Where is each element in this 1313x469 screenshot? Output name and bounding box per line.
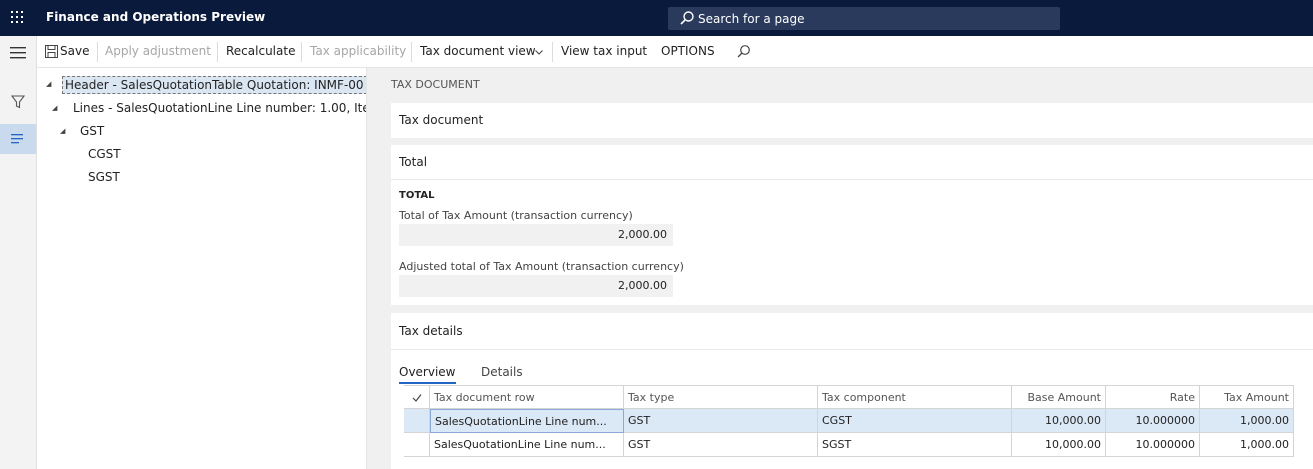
collapse-triangle-icon[interactable]: ◢ xyxy=(60,127,65,135)
action-pane: Save Apply adjustment Recalculate Tax ap… xyxy=(37,36,1313,68)
divider xyxy=(391,349,1313,350)
app-title: Finance and Operations Preview xyxy=(46,10,266,24)
cell-rate: 10.000000 xyxy=(1106,409,1200,433)
cell-base-amount: 10,000.00 xyxy=(1012,409,1106,433)
card-title: Tax document xyxy=(399,113,484,127)
top-bar: Finance and Operations Preview Search fo… xyxy=(0,0,1313,36)
list-view-icon[interactable] xyxy=(0,124,36,154)
collapse-triangle-icon[interactable]: ◢ xyxy=(52,104,57,112)
total-tax-amount-label: Total of Tax Amount (transaction currenc… xyxy=(399,209,633,222)
total-card: Total TOTAL Total of Tax Amount (transac… xyxy=(391,145,1313,305)
column-header-tax-document-row[interactable]: Tax document row xyxy=(430,386,624,410)
row-selector[interactable] xyxy=(404,433,430,457)
divider xyxy=(301,42,302,62)
column-header-tax-component[interactable]: Tax component xyxy=(818,386,1012,410)
page-breadcrumb: TAX DOCUMENT xyxy=(391,78,480,91)
recalculate-button[interactable]: Recalculate xyxy=(226,44,295,58)
save-button[interactable]: Save xyxy=(60,44,89,58)
divider xyxy=(391,179,1313,180)
tax-details-card: Tax details Overview Details Tax documen… xyxy=(391,313,1313,469)
cell-tax-type: GST xyxy=(624,433,818,457)
cell-tax-amount: 1,000.00 xyxy=(1200,433,1294,457)
column-header-rate[interactable]: Rate xyxy=(1106,386,1200,410)
tab-details[interactable]: Details xyxy=(481,365,523,379)
tax-document-card[interactable]: Tax document xyxy=(391,103,1313,138)
cell-tax-document-row[interactable]: SalesQuotationLine Line num... xyxy=(430,433,624,457)
cell-rate: 10.000000 xyxy=(1106,433,1200,457)
cell-tax-amount: 1,000.00 xyxy=(1200,409,1294,433)
divider xyxy=(217,42,218,62)
cell-base-amount: 10,000.00 xyxy=(1012,433,1106,457)
cell-tax-document-row[interactable]: SalesQuotationLine Line num... xyxy=(430,409,624,433)
save-icon xyxy=(45,45,58,58)
tax-document-details: TAX DOCUMENT Tax document Total TOTAL To… xyxy=(367,68,1313,469)
cell-tax-component: CGST xyxy=(818,409,1012,433)
view-tax-input-button[interactable]: View tax input xyxy=(561,44,647,58)
options-tab[interactable]: OPTIONS xyxy=(661,44,715,58)
group-heading: TOTAL xyxy=(399,190,435,201)
app-launcher-icon[interactable] xyxy=(11,11,25,25)
adjusted-total-field: 2,000.00 xyxy=(399,275,673,297)
tree-node-gst[interactable]: GST xyxy=(80,124,104,138)
card-title[interactable]: Tax details xyxy=(399,324,463,338)
divider xyxy=(411,42,412,62)
checkmark-icon xyxy=(412,394,421,402)
tree-node-lines[interactable]: Lines - SalesQuotationLine Line number: … xyxy=(73,101,366,115)
grid-header-row: Tax document row Tax type Tax component … xyxy=(404,385,1294,410)
column-header-tax-type[interactable]: Tax type xyxy=(624,386,818,410)
navigation-rail xyxy=(0,36,37,469)
card-title[interactable]: Total xyxy=(399,155,427,169)
cell-tax-type: GST xyxy=(624,409,818,433)
tab-overview[interactable]: Overview xyxy=(399,365,456,384)
hamburger-menu-icon[interactable] xyxy=(0,38,36,68)
page-search-box[interactable]: Search for a page xyxy=(668,7,1060,30)
select-all-checkbox[interactable] xyxy=(404,386,430,410)
row-selector[interactable] xyxy=(404,409,430,433)
tree-node-cgst[interactable]: CGST xyxy=(88,147,121,161)
tax-document-tree: ◢ Header - SalesQuotationTable Quotation… xyxy=(37,68,367,469)
column-header-tax-amount[interactable]: Tax Amount xyxy=(1200,386,1294,410)
tree-node-sgst[interactable]: SGST xyxy=(88,170,120,184)
apply-adjustment-button[interactable]: Apply adjustment xyxy=(105,44,211,58)
search-icon xyxy=(680,11,694,25)
search-placeholder: Search for a page xyxy=(698,12,805,26)
tax-applicability-button[interactable]: Tax applicability xyxy=(310,44,406,58)
divider xyxy=(97,42,98,62)
divider xyxy=(552,42,553,62)
tax-document-view-menu[interactable]: Tax document view xyxy=(420,44,536,58)
column-header-base-amount[interactable]: Base Amount xyxy=(1012,386,1106,410)
adjusted-total-label: Adjusted total of Tax Amount (transactio… xyxy=(399,260,684,273)
tree-node-header[interactable]: Header - SalesQuotationTable Quotation: … xyxy=(62,76,366,94)
table-row[interactable]: SalesQuotationLine Line num... GST SGST … xyxy=(404,433,1294,457)
collapse-triangle-icon[interactable]: ◢ xyxy=(46,80,51,88)
chevron-down-icon xyxy=(535,50,543,55)
cell-tax-component: SGST xyxy=(818,433,1012,457)
filter-icon[interactable] xyxy=(0,87,36,117)
table-row[interactable]: SalesQuotationLine Line num... GST CGST … xyxy=(404,409,1294,433)
search-icon[interactable] xyxy=(736,44,751,59)
total-tax-amount-field: 2,000.00 xyxy=(399,224,673,246)
